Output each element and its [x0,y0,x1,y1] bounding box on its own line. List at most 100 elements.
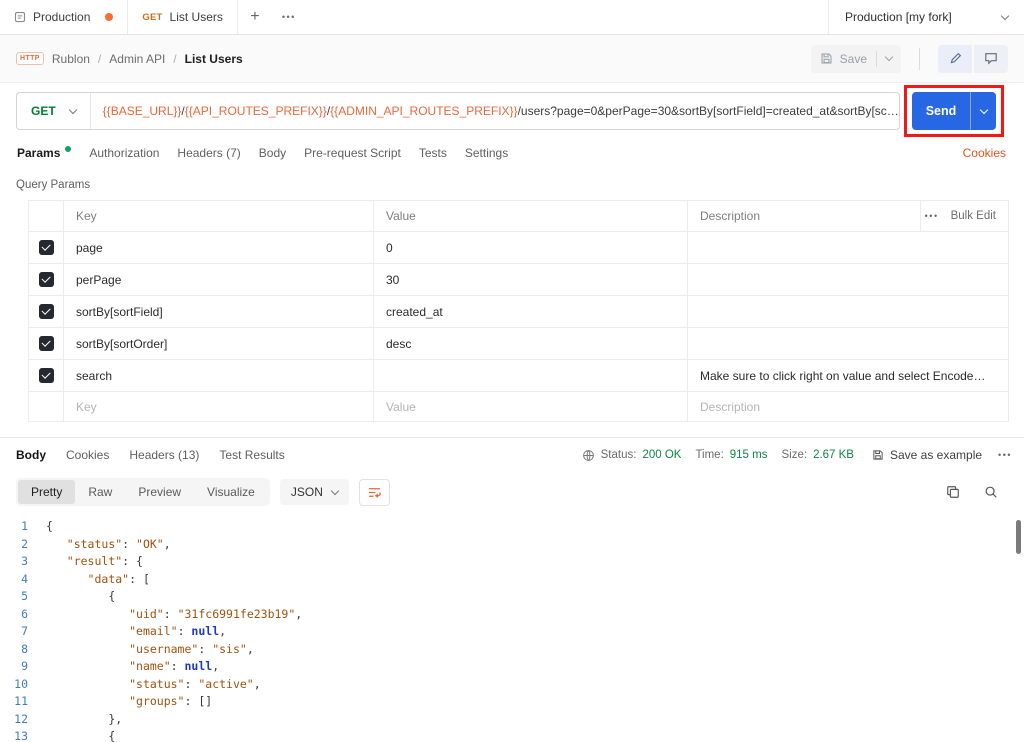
param-description-cell[interactable]: Make sure to click right on value and se… [687,360,1008,391]
code-token: , [253,676,261,691]
line-number: 10 [14,676,28,691]
param-key-cell[interactable]: page [63,232,373,263]
response-tabs: Body Cookies Headers (13) Test Results [16,448,285,462]
param-description-placeholder[interactable]: Description [687,392,1008,421]
param-description-cell[interactable] [687,232,1008,263]
param-key-cell[interactable]: perPage [63,264,373,295]
response-tab-cookies[interactable]: Cookies [66,448,109,462]
request-tab-headers-7[interactable]: Headers (7) [168,137,249,169]
view-mode-raw[interactable]: Raw [75,480,125,504]
view-mode-pretty[interactable]: Pretty [18,480,76,504]
param-key-cell[interactable]: sortBy[sortOrder] [63,328,373,359]
environment-selector[interactable]: Production [my fork] [828,0,1024,34]
environment-name: Production [my fork] [845,10,952,24]
save-options-chevron[interactable] [884,52,894,62]
request-header-bar: HTTP Rublon / Admin API / List Users Sav… [0,35,1024,83]
request-tab-pre-request-script[interactable]: Pre-request Script [295,137,410,169]
request-tab-params[interactable]: Params [8,137,80,169]
send-options-button[interactable] [970,92,996,130]
param-checkbox[interactable] [38,336,54,351]
wrap-lines-button[interactable] [358,478,390,506]
request-doc-icon [14,11,26,23]
tab-label: Authorization [89,146,160,160]
param-key-placeholder[interactable]: Key [63,392,373,421]
param-checkbox[interactable] [38,368,54,383]
response-tab-headers-13[interactable]: Headers (13) [129,448,199,462]
response-tab-body[interactable]: Body [16,448,46,462]
send-button[interactable]: Send [912,92,970,130]
code-line: 9 "name": null, [0,658,1024,676]
param-description-cell[interactable] [687,264,1008,295]
param-value-cell[interactable]: 0 [373,232,687,263]
comment-button[interactable] [974,44,1008,73]
code-line: 10 "status": "active", [0,676,1024,694]
code-content: "result": { [38,553,143,571]
response-tab-test-results[interactable]: Test Results [219,448,284,462]
time-label: Time: [695,449,724,461]
format-dropdown[interactable]: JSON [279,479,349,505]
response-more-button[interactable]: ••• [998,450,1012,460]
code-content: "username": "sis", [38,641,254,659]
response-pane: Body Cookies Headers (13) Test Results Stat… [0,437,1024,742]
copy-button[interactable] [946,485,960,499]
param-value-cell[interactable]: 30 [373,264,687,295]
param-key-cell[interactable]: sortBy[sortField] [63,296,373,327]
pencil-icon [949,52,962,65]
tab-list-users[interactable]: GET List Users [128,0,238,34]
param-value-placeholder[interactable]: Value [373,392,687,421]
param-checkbox[interactable] [38,240,54,255]
scrollbar-thumb[interactable] [1016,520,1021,554]
code-token: : [170,659,185,673]
url-input[interactable]: {{BASE_URL}}/{{API_ROUTES_PREFIX}}/{{ADM… [91,104,899,118]
new-tab-button[interactable]: + [238,0,272,34]
url-text: /users?page=0&perPage=30&sortBy[sortFiel… [517,104,899,118]
url-container: GET {{BASE_URL}}/{{API_ROUTES_PREFIX}}/{… [16,92,900,130]
param-checkbox[interactable] [38,304,54,319]
code-token: { [108,729,116,742]
param-key-cell[interactable]: search [63,360,373,391]
header-divider [919,47,920,70]
breadcrumb-request-name[interactable]: List Users [185,52,243,66]
cookies-link[interactable]: Cookies [963,146,1016,160]
code-token: "data" [87,571,130,586]
more-tabs-button[interactable]: ••• [272,0,306,34]
save-button[interactable]: Save [810,44,901,73]
code-token: : [163,606,178,621]
request-tab-tests[interactable]: Tests [410,137,456,169]
save-as-example-button[interactable]: Save as example [872,448,982,462]
request-tab-settings[interactable]: Settings [456,137,517,169]
code-content: "data": [ [38,571,150,589]
response-body-viewer[interactable]: 1{2 "status": "OK", 3 "result": {4 "data"… [0,512,1024,742]
bulk-edit-button[interactable]: Bulk Edit [951,210,996,222]
code-content: { [38,588,115,606]
code-line: 3 "result": { [0,553,1024,571]
tab-production[interactable]: Production [0,0,129,34]
param-value-cell[interactable]: created_at [373,296,687,327]
param-description-cell[interactable] [687,296,1008,327]
request-tab-authorization[interactable]: Authorization [80,137,168,169]
params-more-button[interactable]: ••• [925,211,939,221]
param-value-cell[interactable] [373,360,687,391]
edit-button[interactable] [938,44,972,73]
search-button[interactable] [984,485,998,499]
size-label: Size: [781,449,808,461]
tab-label: Tests [418,146,447,160]
request-tab-body[interactable]: Body [250,137,295,169]
view-mode-visualize[interactable]: Visualize [194,480,268,504]
param-description-cell[interactable] [687,328,1008,359]
view-mode-preview[interactable]: Preview [125,480,194,504]
method-selector[interactable]: GET [17,93,91,129]
breadcrumb-collection[interactable]: Admin API [109,52,165,66]
workspace-tab-bar: Production GET List Users + ••• Producti… [0,0,1024,35]
param-checkbox[interactable] [38,272,54,287]
param-value-cell[interactable]: desc [373,328,687,359]
save-icon [820,52,833,65]
code-content: "name": null, [38,658,219,676]
breadcrumb-workspace[interactable]: Rublon [52,52,90,66]
header-actions-cell: ••• Bulk Edit [920,201,1008,231]
send-button-group: Send [904,85,1004,137]
